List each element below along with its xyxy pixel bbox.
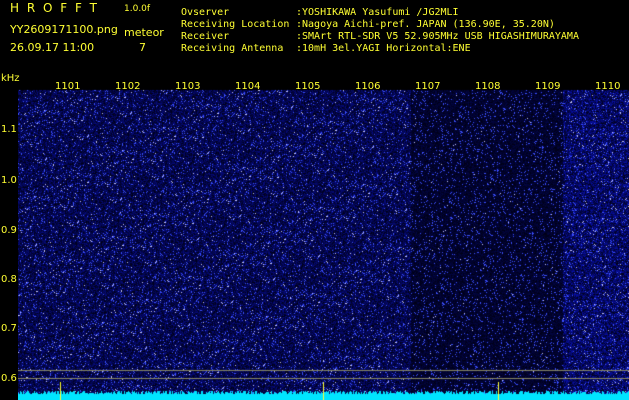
mode-label: meteor <box>124 26 164 39</box>
y-axis-unit: kHz <box>1 73 20 84</box>
datetime-label: 26.09.17 11:00 <box>10 41 95 54</box>
x-tick-label: 1106 <box>355 81 381 92</box>
x-tick-label: 1107 <box>415 81 441 92</box>
x-tick-label: 1102 <box>115 81 141 92</box>
y-tick-label: 1.0 <box>1 175 17 186</box>
y-tick-label: 0.9 <box>1 225 17 236</box>
y-tick-label: 1.1 <box>1 124 17 135</box>
version-label: 1.0.0f <box>124 4 151 14</box>
x-tick-label: 1105 <box>295 81 321 92</box>
info-value-antenna: :10mH 3el.YAGI Horizontal:ENE <box>296 43 471 54</box>
count-label: 7 <box>139 41 146 54</box>
x-tick-label: 1101 <box>55 81 81 92</box>
program-title: H R O F F T <box>10 1 100 15</box>
filename-label: YY2609171100.png <box>10 23 118 36</box>
x-tick-label: 1104 <box>235 81 261 92</box>
x-tick-label: 1103 <box>175 81 201 92</box>
x-tick-label: 1110 <box>595 81 621 92</box>
y-tick-label: 0.8 <box>1 274 17 285</box>
y-tick-label: 0.7 <box>1 323 17 334</box>
x-tick-label: 1109 <box>535 81 561 92</box>
info-label-antenna: Receiving Antenna <box>181 43 284 54</box>
y-tick-label: 0.6 <box>1 373 17 384</box>
x-tick-label: 1108 <box>475 81 501 92</box>
spectrogram-canvas <box>18 80 629 400</box>
